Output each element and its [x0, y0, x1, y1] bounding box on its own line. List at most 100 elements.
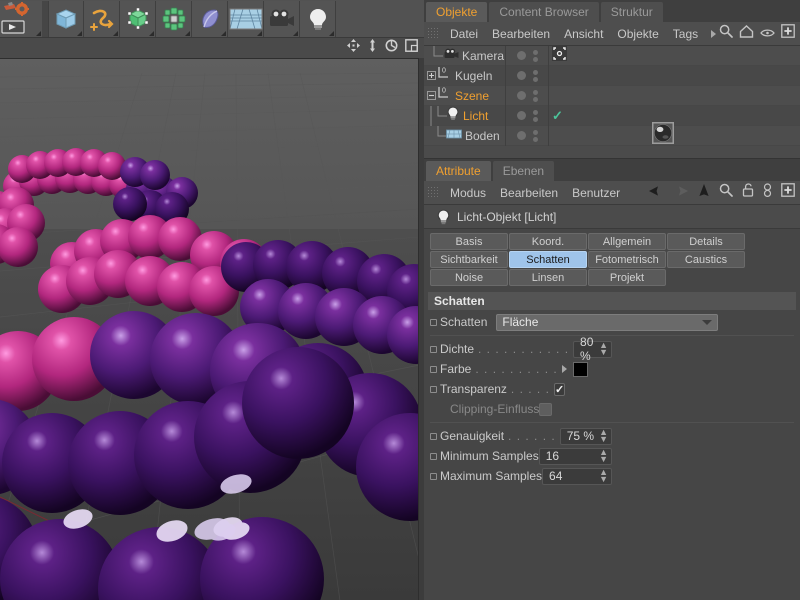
object-row-licht[interactable]: Licht ✓ — [424, 105, 800, 126]
object-row-szene[interactable]: 0 Szene — [424, 85, 800, 106]
toolbar-button-deformer-cube-icon[interactable] — [120, 0, 156, 37]
menu-benutzer[interactable]: Benutzer — [565, 181, 627, 205]
animation-bullet[interactable] — [430, 452, 437, 460]
visibility-dots-kamera[interactable] — [505, 45, 549, 66]
toolbar-button-light-icon[interactable] — [300, 0, 336, 37]
tab-caustics[interactable]: Caustics — [667, 251, 745, 268]
animation-bullet[interactable] — [430, 365, 437, 373]
tab-ebenen[interactable]: Ebenen — [492, 161, 555, 181]
up-arrow-icon[interactable] — [698, 183, 710, 202]
move-view-icon[interactable] — [367, 39, 378, 57]
tag-column-kamera[interactable] — [549, 45, 800, 66]
animation-bullet[interactable] — [430, 385, 437, 393]
editor-render-dots[interactable] — [532, 129, 538, 142]
drag-grip-icon[interactable] — [427, 186, 438, 199]
plus-box-icon[interactable] — [781, 24, 795, 43]
toolbar-button-play-undo-icon[interactable] — [0, 0, 42, 37]
drag-grip-icon[interactable] — [427, 27, 438, 40]
animation-bullet[interactable] — [430, 345, 437, 353]
toolbar-button-camera-icon[interactable] — [264, 0, 300, 37]
spinner-arrows-icon[interactable]: ▲ ▼ — [599, 341, 608, 357]
tab-attribute[interactable]: Attribute — [426, 161, 491, 181]
animation-bullet[interactable] — [430, 318, 437, 326]
spinner-arrows-icon[interactable]: ▲ ▼ — [599, 428, 608, 444]
menu-objekte[interactable]: Objekte — [610, 22, 665, 46]
search-icon[interactable] — [719, 183, 733, 202]
editor-render-dots[interactable] — [532, 49, 538, 62]
material-tag-icon[interactable] — [652, 122, 674, 149]
object-row-boden[interactable]: Boden — [424, 122, 800, 146]
tag-column-szene[interactable] — [549, 86, 800, 106]
tab-allgemein[interactable]: Allgemein — [588, 233, 666, 250]
toolbar-button-array-icon[interactable] — [156, 0, 192, 37]
visibility-dot[interactable] — [516, 131, 526, 140]
tag-column-kugeln[interactable] — [549, 66, 800, 86]
visibility-dot[interactable] — [516, 51, 526, 60]
visibility-dot[interactable] — [516, 111, 526, 120]
plus-box-icon[interactable] — [781, 183, 795, 202]
menu-ansicht[interactable]: Ansicht — [557, 22, 610, 46]
target-tag-icon[interactable] — [552, 45, 567, 66]
tab-linsen[interactable]: Linsen — [509, 269, 587, 286]
visibility-dots-kugeln[interactable] — [505, 65, 549, 86]
object-row-kugeln[interactable]: 0 Kugeln — [424, 65, 800, 86]
editor-render-dots[interactable] — [532, 69, 538, 82]
animation-bullet[interactable] — [430, 432, 437, 440]
tab-sichtbarkeit[interactable]: Sichtbarkeit — [430, 251, 508, 268]
viewport-3d[interactable] — [0, 58, 419, 600]
accuracy-input[interactable]: 75 % ▲ ▼ — [559, 427, 612, 445]
animation-bullet[interactable] — [430, 472, 437, 480]
visibility-dot[interactable] — [516, 71, 526, 80]
link-icon[interactable] — [763, 183, 772, 202]
object-row-kamera[interactable]: Kamera — [424, 45, 800, 66]
tab-content-browser[interactable]: Content Browser — [489, 2, 599, 22]
pan-view-icon[interactable] — [347, 39, 360, 57]
toolbar-button-nurbs-icon[interactable] — [192, 0, 228, 37]
rotate-view-icon[interactable] — [385, 39, 398, 57]
editor-render-dots[interactable] — [532, 89, 538, 102]
visibility-dots-boden[interactable] — [505, 125, 549, 146]
menu-modus[interactable]: Modus — [443, 181, 493, 205]
visibility-dots-licht[interactable] — [505, 105, 549, 126]
shadow-type-select[interactable]: Fläche — [496, 313, 719, 331]
menu-tags[interactable]: Tags — [666, 22, 705, 46]
min-samples-input[interactable]: 16 ▲ ▼ — [538, 447, 612, 465]
tab-objekte[interactable]: Objekte — [426, 2, 488, 22]
search-icon[interactable] — [719, 24, 733, 43]
tab-fotometrisch[interactable]: Fotometrisch — [588, 251, 666, 268]
enabled-check-icon[interactable]: ✓ — [552, 108, 563, 124]
transparency-checkbox[interactable]: ✓ — [553, 382, 566, 396]
object-manager-tree[interactable]: Kamera 0 Kugeln 0 Szene Licht ✓ Boden — [424, 45, 800, 159]
toolbar-button-spline-icon[interactable] — [84, 0, 120, 37]
tab-basis[interactable]: Basis — [430, 233, 508, 250]
lock-icon[interactable] — [742, 183, 754, 202]
menu-datei[interactable]: Datei — [443, 22, 485, 46]
tab-schatten[interactable]: Schatten — [509, 251, 587, 268]
expand-color-arrow-icon[interactable] — [561, 365, 567, 373]
tab-struktur[interactable]: Struktur — [600, 2, 663, 22]
expander-plus-icon[interactable] — [427, 67, 436, 85]
home-icon[interactable] — [739, 24, 754, 43]
toolbar-button-floor-scene-icon[interactable] — [228, 0, 264, 37]
menu-bearbeiten[interactable]: Bearbeiten — [493, 181, 565, 205]
chevron-right-icon[interactable] — [711, 29, 717, 38]
spinner-arrows-icon[interactable]: ▲ ▼ — [599, 468, 608, 484]
expander-minus-icon[interactable] — [427, 87, 436, 105]
visibility-dot[interactable] — [516, 91, 526, 100]
tab-details[interactable]: Details — [667, 233, 745, 250]
back-arrow-icon[interactable] — [648, 184, 664, 202]
max-samples-input[interactable]: 64 ▲ ▼ — [542, 467, 612, 485]
menu-bearbeiten[interactable]: Bearbeiten — [485, 22, 557, 46]
toolbar-button-cube-primitive-icon[interactable] — [48, 0, 84, 37]
spinner-arrows-icon[interactable]: ▲ ▼ — [599, 448, 608, 464]
visibility-dots-szene[interactable] — [505, 85, 549, 106]
tab-noise[interactable]: Noise — [430, 269, 508, 286]
tab-projekt[interactable]: Projekt — [588, 269, 666, 286]
eye-icon[interactable] — [760, 25, 775, 43]
density-input[interactable]: 80 % ▲ ▼ — [573, 335, 612, 363]
tab-koord[interactable]: Koord. — [509, 233, 587, 250]
editor-render-dots[interactable] — [532, 109, 538, 122]
view-layout-icon[interactable] — [405, 39, 418, 57]
shadow-color-swatch[interactable] — [572, 361, 588, 377]
tag-column-licht[interactable]: ✓ — [549, 106, 800, 126]
